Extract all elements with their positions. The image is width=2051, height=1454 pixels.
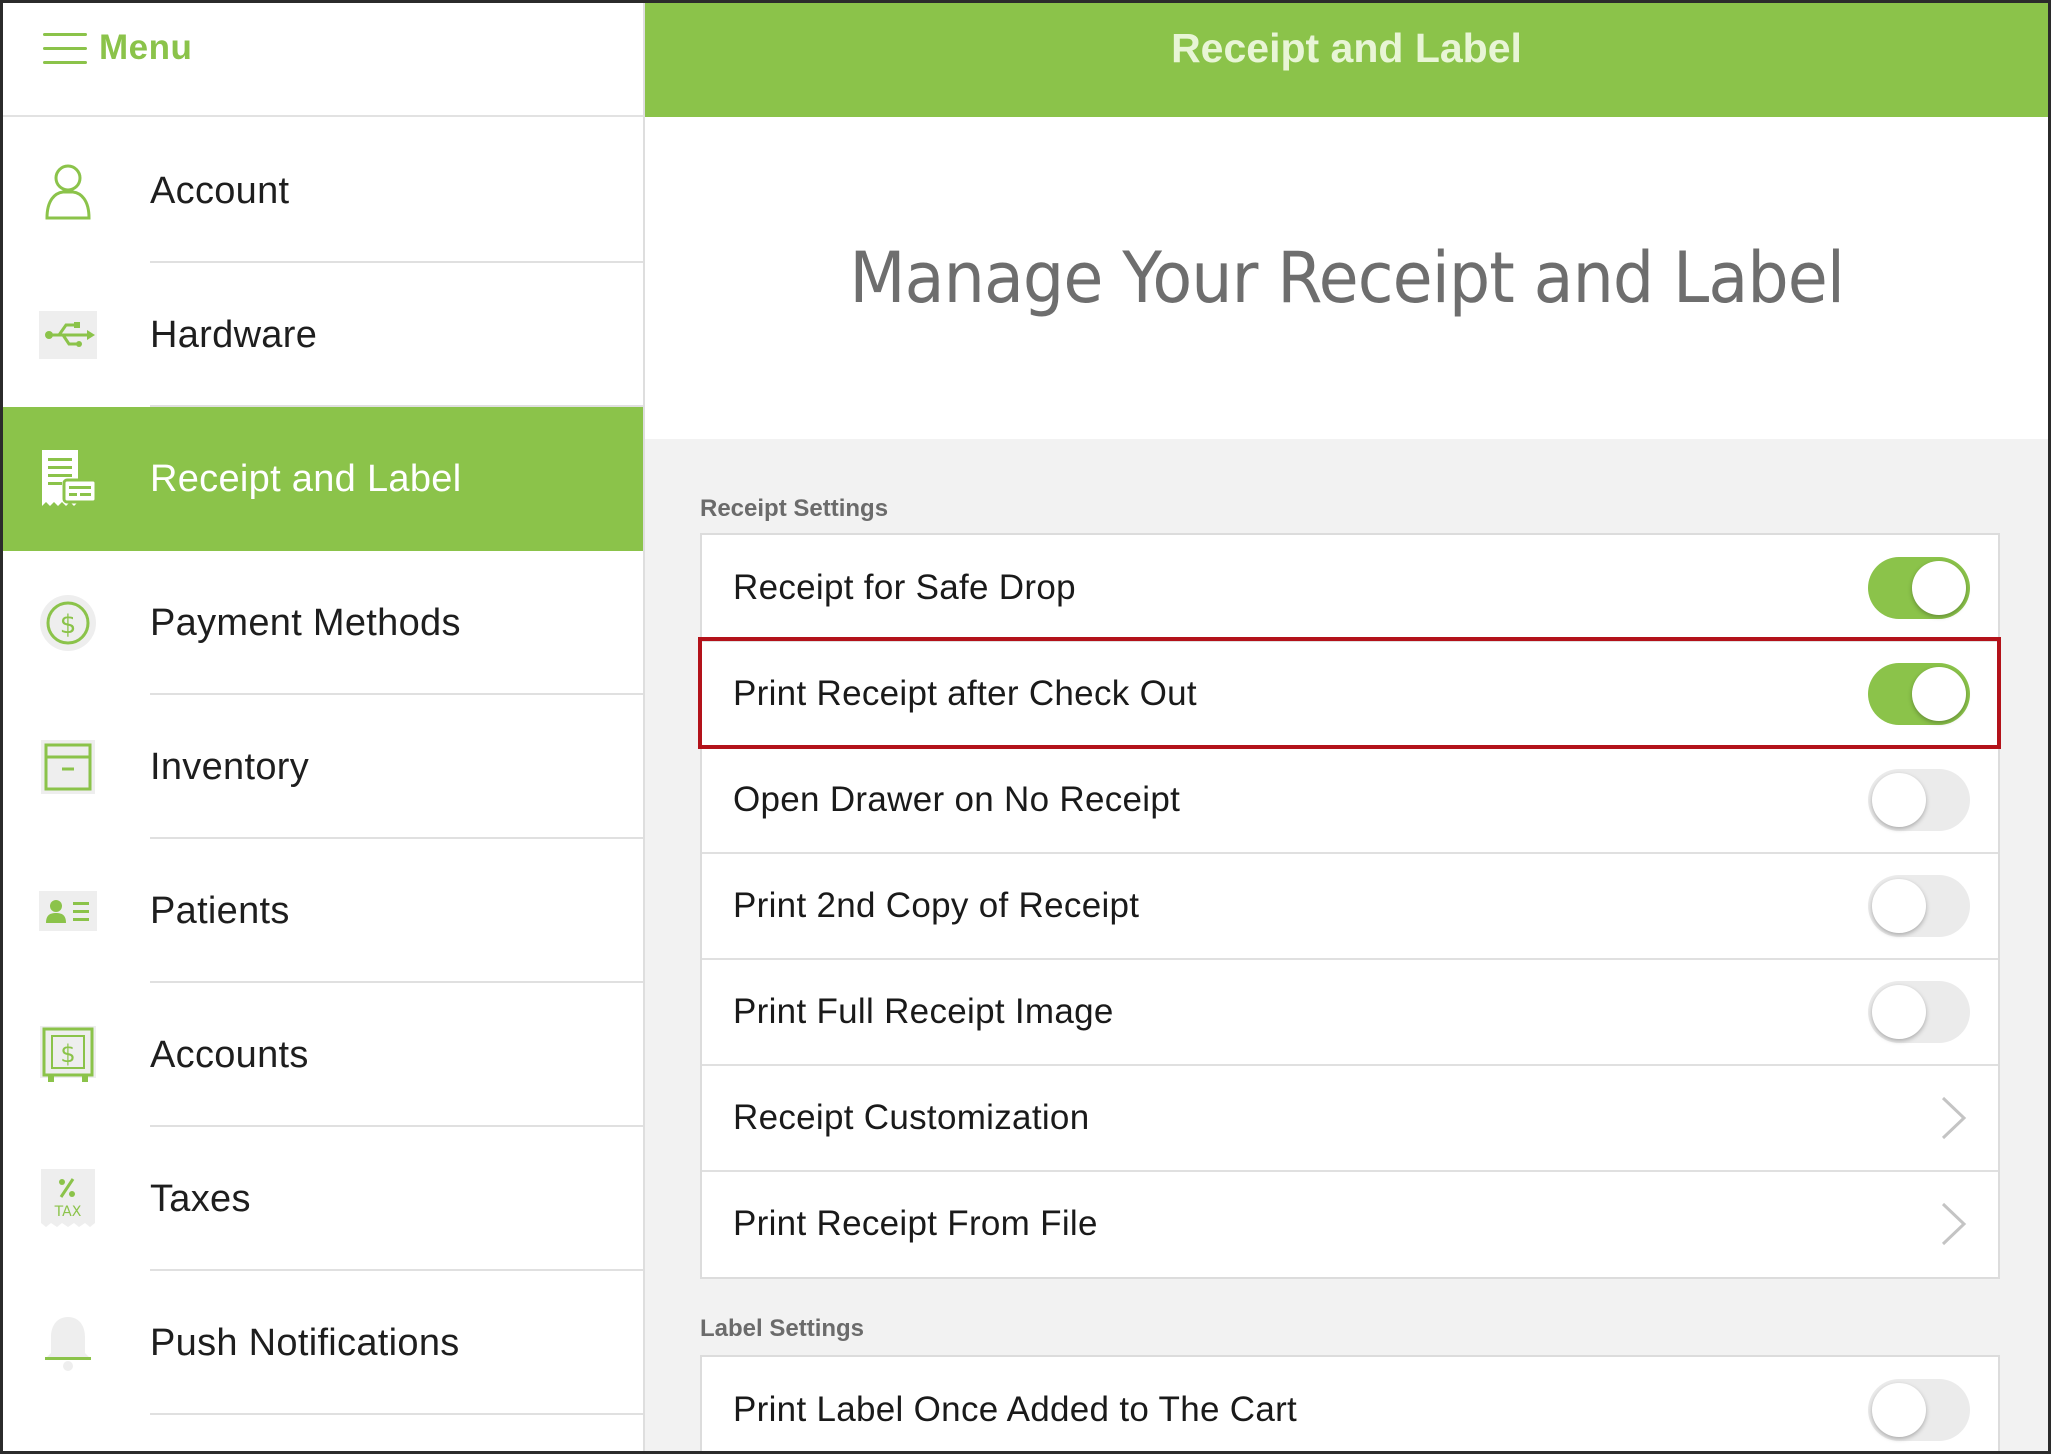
sidebar-item-label: Accounts	[150, 1033, 309, 1076]
open-drawer-on-no-receipt-toggle[interactable]	[1868, 769, 1970, 831]
toggle-knob	[1912, 561, 1966, 615]
toggle-knob	[1872, 985, 1926, 1039]
svg-text:$: $	[60, 1040, 75, 1068]
svg-text:TAX: TAX	[54, 1204, 82, 1220]
label-settings-header: Label Settings	[700, 1315, 865, 1342]
tax-icon: TAX	[37, 1168, 99, 1230]
sidebar-nav: Account Hardware Receipt and Label $ Pay…	[3, 119, 643, 1415]
receipt-settings-header: Receipt Settings	[700, 495, 889, 522]
row-label: Print Receipt after Check Out	[733, 674, 1197, 713]
toggle-knob	[1872, 1383, 1926, 1437]
chevron-right-icon	[1938, 1095, 1968, 1141]
label-settings-group: Print Label Once Added to The Cart	[700, 1355, 2000, 1451]
menu-button[interactable]: Menu	[43, 23, 192, 73]
row-label: Print Receipt From File	[733, 1204, 1098, 1243]
settings-row-open-drawer-on-no-receipt: Open Drawer on No Receipt	[702, 747, 1998, 854]
print-full-receipt-image-toggle[interactable]	[1868, 981, 1970, 1043]
main-panel: Receipt and Label Manage Your Receipt an…	[645, 3, 2048, 1451]
divider	[150, 1413, 643, 1415]
sidebar-item-taxes[interactable]: TAX Taxes	[3, 1127, 643, 1271]
sidebar-item-patients[interactable]: Patients	[3, 839, 643, 983]
sidebar-item-label: Taxes	[150, 1177, 251, 1220]
settings-row-receipt-for-safe-drop: Receipt for Safe Drop	[702, 535, 1998, 642]
sidebar-item-label: Patients	[150, 889, 290, 932]
settings-row-print-receipt-from-file[interactable]: Print Receipt From File	[702, 1171, 1998, 1277]
person-icon	[37, 160, 99, 222]
settings-row-print-2nd-copy-of-receipt: Print 2nd Copy of Receipt	[702, 853, 1998, 960]
app-window: Menu Account Hardware Receipt and Label …	[0, 0, 2051, 1454]
usb-icon	[37, 304, 99, 366]
archive-box-icon	[37, 736, 99, 798]
nav-bar: Receipt and Label	[645, 3, 2048, 117]
sidebar-item-label: Hardware	[150, 313, 318, 356]
row-label: Receipt Customization	[733, 1098, 1090, 1137]
hero-banner: Manage Your Receipt and Label	[645, 117, 2048, 439]
receipt-icon	[37, 448, 99, 510]
row-label: Open Drawer on No Receipt	[733, 780, 1181, 819]
row-label: Print Full Receipt Image	[733, 992, 1114, 1031]
sidebar-item-push-notifications[interactable]: Push Notifications	[3, 1271, 643, 1415]
sidebar-item-label: Account	[150, 169, 290, 212]
toggle-knob	[1872, 879, 1926, 933]
sidebar-item-label: Payment Methods	[150, 601, 461, 644]
menu-bar: Menu	[3, 3, 643, 117]
bell-icon	[37, 1312, 99, 1374]
toggle-knob	[1912, 667, 1966, 721]
receipt-for-safe-drop-toggle[interactable]	[1868, 557, 1970, 619]
row-label: Receipt for Safe Drop	[733, 568, 1076, 607]
sidebar-item-accounts[interactable]: $ Accounts	[3, 983, 643, 1127]
receipt-settings-group: Receipt for Safe Drop Print Receipt afte…	[700, 533, 2000, 1279]
sidebar: Menu Account Hardware Receipt and Label …	[3, 3, 645, 1451]
sidebar-item-hardware[interactable]: Hardware	[3, 263, 643, 407]
row-label: Print Label Once Added to The Cart	[733, 1390, 1298, 1429]
settings-row-print-receipt-after-check-out: Print Receipt after Check Out	[702, 641, 1998, 748]
sidebar-item-payment-methods[interactable]: $ Payment Methods	[3, 551, 643, 695]
settings-row-print-full-receipt-image: Print Full Receipt Image	[702, 959, 1998, 1066]
settings-row-receipt-customization[interactable]: Receipt Customization	[702, 1065, 1998, 1172]
print-2nd-copy-of-receipt-toggle[interactable]	[1868, 875, 1970, 937]
row-label: Print 2nd Copy of Receipt	[733, 886, 1140, 925]
chevron-right-icon	[1938, 1201, 1968, 1247]
id-card-icon	[37, 880, 99, 942]
print-receipt-after-check-out-toggle[interactable]	[1868, 663, 1970, 725]
sidebar-item-label: Receipt and Label	[150, 457, 462, 500]
page-title: Receipt and Label	[1171, 24, 1522, 71]
print-label-once-added-toggle[interactable]	[1868, 1379, 1970, 1441]
settings-row-print-label-once-added: Print Label Once Added to The Cart	[702, 1357, 1998, 1451]
sidebar-item-label: Push Notifications	[150, 1321, 460, 1364]
svg-text:$: $	[60, 610, 77, 640]
safe-icon: $	[37, 1024, 99, 1086]
menu-label: Menu	[99, 28, 193, 67]
sidebar-item-account[interactable]: Account	[3, 119, 643, 263]
hamburger-icon	[43, 31, 87, 65]
sidebar-item-receipt-and-label[interactable]: Receipt and Label	[3, 407, 643, 551]
hero-title: Manage Your Receipt and Label	[849, 237, 1845, 319]
toggle-knob	[1872, 773, 1926, 827]
sidebar-item-inventory[interactable]: Inventory	[3, 695, 643, 839]
dollar-coin-icon: $	[37, 592, 99, 654]
sidebar-item-label: Inventory	[150, 745, 310, 788]
